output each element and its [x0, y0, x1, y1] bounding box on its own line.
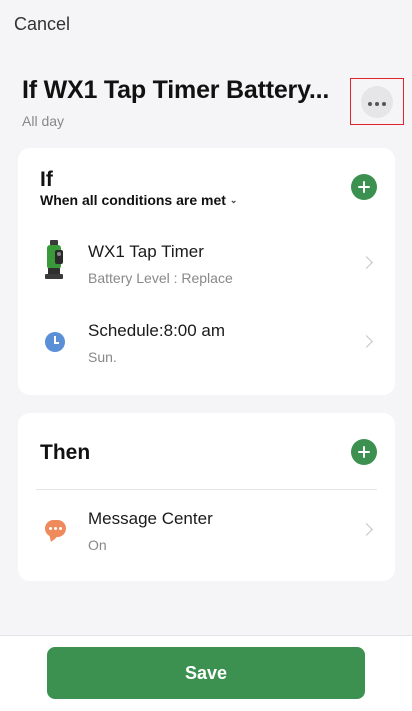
clock-icon	[45, 332, 65, 352]
tap-timer-device-icon	[44, 240, 66, 285]
cancel-button[interactable]: Cancel	[14, 14, 70, 35]
more-options-button[interactable]	[361, 86, 393, 118]
then-card: Then Message Center On	[18, 413, 395, 581]
condition-title: Schedule:8:00 am	[88, 321, 226, 340]
page-subtitle: All day	[22, 113, 65, 129]
condition-detail: Battery Level : Replace	[88, 270, 233, 286]
action-detail: On	[88, 537, 107, 553]
divider	[36, 489, 377, 490]
more-options-highlight	[350, 78, 404, 125]
condition-mode-label: When all conditions are met	[40, 192, 226, 208]
scene-header: If WX1 Tap Timer Battery... All day	[22, 76, 352, 129]
action-row[interactable]: Message Center On	[18, 509, 395, 579]
page-title: If WX1 Tap Timer Battery...	[22, 76, 330, 104]
chevron-right-icon	[360, 256, 373, 269]
chevron-right-icon	[360, 335, 373, 348]
message-bubble-icon	[45, 520, 66, 537]
action-title: Message Center	[88, 509, 213, 528]
condition-row[interactable]: WX1 Tap Timer Battery Level : Replace	[18, 240, 395, 312]
chevron-right-icon	[360, 523, 373, 536]
if-card: If When all conditions are met ⌄ WX1 Tap …	[18, 148, 395, 395]
if-section-title: If	[40, 168, 53, 191]
condition-title: WX1 Tap Timer	[88, 242, 204, 261]
condition-mode-selector[interactable]: When all conditions are met ⌄	[40, 192, 237, 208]
add-condition-button[interactable]	[351, 174, 377, 200]
condition-row[interactable]: Schedule:8:00 am Sun.	[18, 321, 395, 391]
condition-detail: Sun.	[88, 349, 117, 365]
footer-bar: Save	[0, 635, 412, 711]
save-button[interactable]: Save	[47, 647, 365, 699]
add-action-button[interactable]	[351, 439, 377, 465]
chevron-down-icon: ⌄	[229, 195, 238, 205]
then-section-title: Then	[40, 441, 91, 464]
more-dots-icon	[367, 93, 387, 111]
